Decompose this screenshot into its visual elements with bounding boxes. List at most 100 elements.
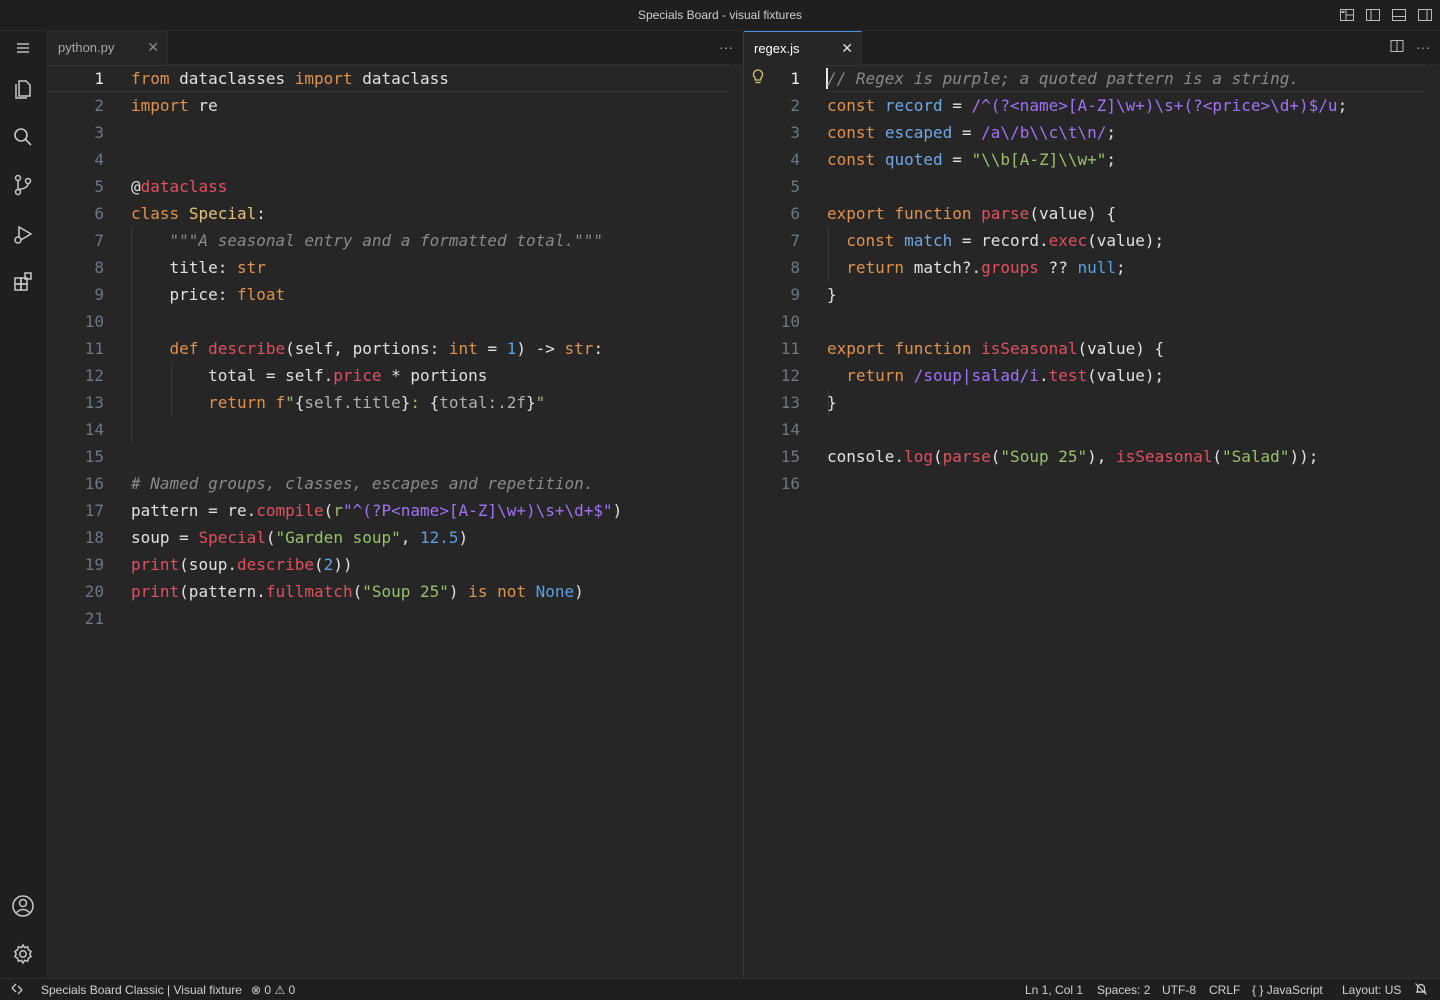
code-line[interactable]: 9 price: float <box>48 281 743 308</box>
line-number: 7 <box>790 231 800 250</box>
code-line[interactable]: 16 # Named groups, classes, escapes and r… <box>48 470 743 497</box>
settings-gear-icon[interactable] <box>10 941 36 967</box>
code-text: } <box>827 285 837 304</box>
code-line[interactable]: 5 <box>744 173 1440 200</box>
code-line[interactable]: 15 console.log(parse("Soup 25"), isSeason… <box>744 443 1440 470</box>
toggle-sidebar-icon[interactable] <box>1364 6 1382 24</box>
code-editor-left[interactable]: 1 from dataclasses import dataclass 2 impor… <box>48 65 743 978</box>
code-line[interactable]: 6 export function parse(value) { <box>744 200 1440 227</box>
code-line[interactable]: 6 class Special: <box>48 200 743 227</box>
line-number: 17 <box>84 501 104 520</box>
run-debug-icon[interactable] <box>10 221 36 247</box>
code-text: const match = record.exec(value); <box>846 231 1165 250</box>
code-line[interactable]: 4 <box>48 146 743 173</box>
code-line[interactable]: 1 from dataclasses import dataclass <box>48 65 743 92</box>
accounts-icon[interactable] <box>10 893 36 919</box>
close-icon[interactable]: ✕ <box>841 40 853 57</box>
tab-label: python.py <box>58 40 115 55</box>
code-line[interactable]: 7 """A seasonal entry and a formatted to… <box>48 227 743 254</box>
code-line[interactable]: 10 <box>48 308 743 335</box>
encoding[interactable]: UTF-8 <box>1162 983 1196 997</box>
code-line[interactable]: 7 const match = record.exec(value); <box>744 227 1440 254</box>
menu-icon[interactable] <box>10 35 36 61</box>
more-actions-icon[interactable]: ··· <box>719 39 733 55</box>
split-editor-icon[interactable] <box>1390 39 1404 56</box>
line-number: 16 <box>780 474 800 493</box>
toggle-panel-icon[interactable] <box>1390 6 1408 24</box>
layout-customize-icon[interactable] <box>1338 6 1356 24</box>
tab-python[interactable]: python.py ✕ <box>48 31 168 65</box>
toggle-secondary-sidebar-icon[interactable] <box>1416 6 1434 24</box>
code-line[interactable]: 11 def describe(self, portions: int = 1)… <box>48 335 743 362</box>
code-line[interactable]: 12 total = self.price * portions <box>48 362 743 389</box>
code-text: import re <box>131 96 218 115</box>
code-line[interactable]: 12 return /soup|salad/i.test(value); <box>744 362 1440 389</box>
code-line[interactable]: 14 <box>744 416 1440 443</box>
code-line[interactable]: 2 const record = /^(?<name>[A-Z]\w+)\s+(?… <box>744 92 1440 119</box>
tab-label: regex.js <box>754 41 800 56</box>
code-line[interactable]: 13} <box>744 389 1440 416</box>
remote-icon[interactable] <box>10 982 24 999</box>
line-number: 8 <box>790 258 800 277</box>
code-text: @dataclass <box>131 177 228 196</box>
code-line[interactable]: 10 <box>744 308 1440 335</box>
code-line[interactable]: 4 const quoted = "\\b[A-Z]\\w+"; <box>744 146 1440 173</box>
code-text: const escaped = /a\/b\\c\t\n/; <box>827 123 1117 142</box>
line-number: 19 <box>84 555 104 574</box>
code-text: console.log(parse("Soup 25"), isSeasonal… <box>827 447 1319 466</box>
more-actions-icon[interactable]: ··· <box>1416 39 1430 56</box>
code-line[interactable]: 21 <box>48 605 743 632</box>
line-number: 3 <box>790 123 800 142</box>
code-line[interactable]: 8 title: str <box>48 254 743 281</box>
code-text: price: float <box>131 285 286 304</box>
line-number: 15 <box>780 447 800 466</box>
code-line[interactable]: 3 <box>48 119 743 146</box>
code-line[interactable]: 11 export function isSeasonal(value) { <box>744 335 1440 362</box>
code-line[interactable]: 2 import re <box>48 92 743 119</box>
error-icon: ⊗ <box>251 983 262 997</box>
window-title: Specials Board - visual fixtures <box>637 8 803 22</box>
profile-label[interactable]: Specials Board Classic | Visual fixture <box>41 983 242 997</box>
problems-indicator[interactable]: ⊗ 0 ⚠ 0 <box>251 983 295 997</box>
language-mode[interactable]: { } JavaScript <box>1252 983 1323 997</box>
keyboard-layout[interactable]: Layout: US <box>1342 983 1401 997</box>
editor-group-left: python.py ✕ ··· 1 from dataclasses import… <box>48 31 743 978</box>
code-editor-right[interactable]: 1 // Regex is purple; a quoted pattern is… <box>744 65 1440 978</box>
line-number: 14 <box>84 420 104 439</box>
close-icon[interactable]: ✕ <box>147 39 159 56</box>
line-number: 10 <box>84 312 104 331</box>
search-icon[interactable] <box>10 124 36 150</box>
code-line[interactable]: 20 print(pattern.fullmatch("Soup 25") is … <box>48 578 743 605</box>
code-line[interactable]: 13 return f"{self.title}: {total:.2f}" <box>48 389 743 416</box>
code-line[interactable]: 15 <box>48 443 743 470</box>
error-count: 0 <box>264 983 272 997</box>
line-number: 12 <box>84 366 104 385</box>
line-number: 16 <box>84 474 104 493</box>
line-number: 9 <box>94 285 104 304</box>
extensions-icon[interactable] <box>10 269 36 295</box>
source-control-icon[interactable] <box>10 172 36 198</box>
cursor-position[interactable]: Ln 1, Col 1 <box>1025 983 1083 997</box>
line-number: 3 <box>94 123 104 142</box>
code-line[interactable]: 18 soup = Special("Garden soup", 12.5) <box>48 524 743 551</box>
notifications-bell-icon[interactable] <box>1414 982 1428 999</box>
code-line[interactable]: 8 return match?.groups ?? null; <box>744 254 1440 281</box>
explorer-icon[interactable] <box>10 75 36 101</box>
indentation[interactable]: Spaces: 2 <box>1097 983 1150 997</box>
activity-bar <box>0 31 48 978</box>
line-number: 9 <box>790 285 800 304</box>
code-line[interactable]: 9} <box>744 281 1440 308</box>
code-text: print(soup.describe(2)) <box>131 555 353 574</box>
code-line[interactable]: 17 pattern = re.compile(r"^(?P<name>[A-Z]… <box>48 497 743 524</box>
code-line[interactable]: 16 <box>744 470 1440 497</box>
code-text: return /soup|salad/i.test(value); <box>846 366 1165 385</box>
title-bar: Specials Board - visual fixtures <box>0 0 1440 31</box>
code-line[interactable]: 3 const escaped = /a\/b\\c\t\n/; <box>744 119 1440 146</box>
line-number: 2 <box>790 96 800 115</box>
code-line[interactable]: 14 <box>48 416 743 443</box>
code-line[interactable]: 19 print(soup.describe(2)) <box>48 551 743 578</box>
code-line[interactable]: 5 @dataclass <box>48 173 743 200</box>
code-line[interactable]: 1 // Regex is purple; a quoted pattern is… <box>744 65 1440 92</box>
line-ending[interactable]: CRLF <box>1209 983 1240 997</box>
tab-regex[interactable]: regex.js ✕ <box>744 31 862 65</box>
